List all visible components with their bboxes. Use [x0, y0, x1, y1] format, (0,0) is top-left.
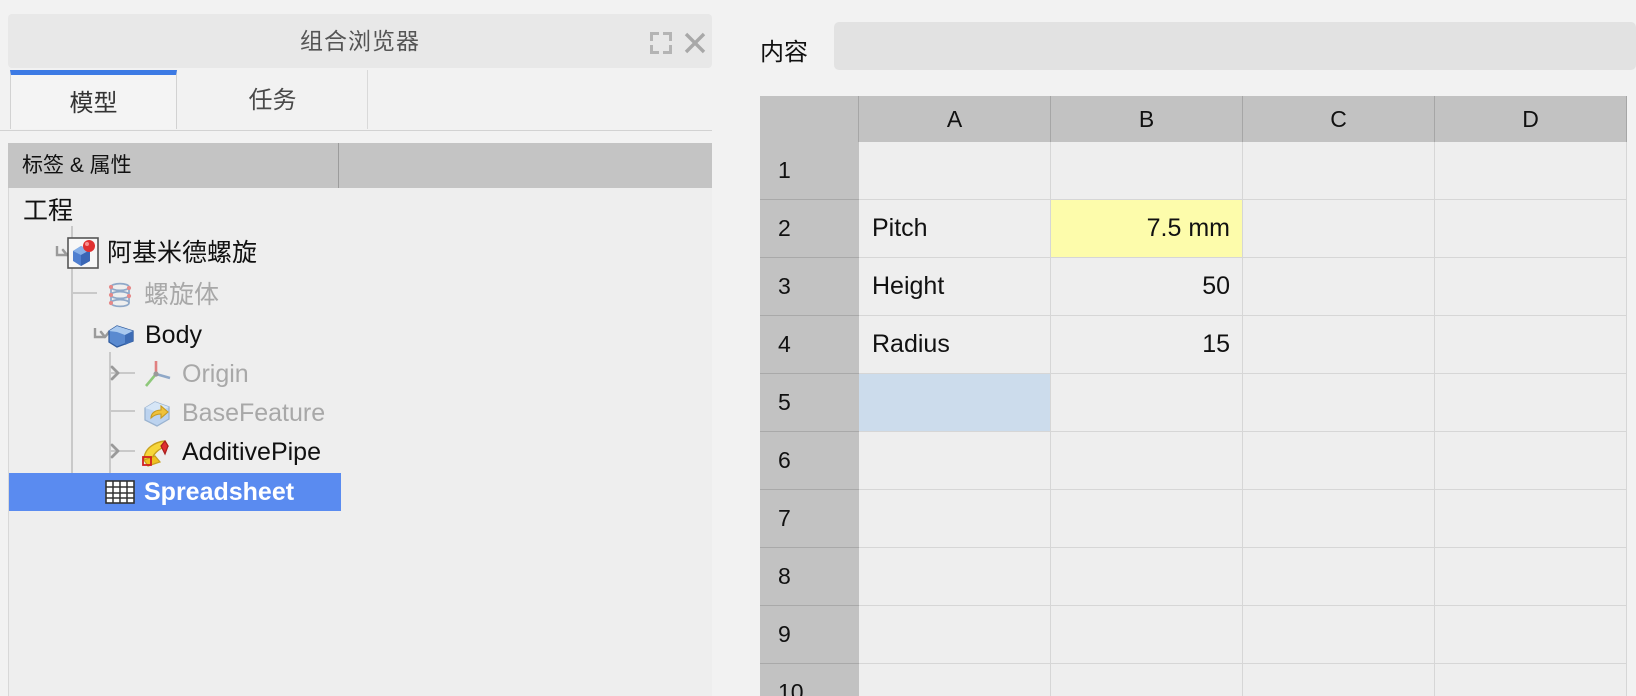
spreadsheet-grid-inner: A B C D 1 2 3 4 5 6 7 8 9 10 Pitch 7.5 mm Height 50 Radius…: [760, 96, 1636, 696]
cell-D7[interactable]: [1435, 490, 1627, 548]
spreadsheet-icon: [105, 478, 135, 506]
cell-C9[interactable]: [1243, 606, 1435, 664]
tree-item-body[interactable]: Body: [9, 316, 713, 354]
cell-B2[interactable]: 7.5 mm: [1051, 200, 1243, 258]
cell-B10[interactable]: [1051, 664, 1243, 696]
combo-view-panel: 组合浏览器 模型 任务 标签 & 属性 工程 阿基米德螺旋 螺旋体 Body O…: [0, 0, 714, 696]
tree-header-value-column[interactable]: [340, 143, 712, 188]
tree-item-label: AdditivePipe: [182, 438, 321, 466]
chevron-right-icon[interactable]: [105, 363, 127, 385]
cell-A8[interactable]: [859, 548, 1051, 606]
cell-A6[interactable]: [859, 432, 1051, 490]
cell-B6[interactable]: [1051, 432, 1243, 490]
tree-item-project[interactable]: 工程: [9, 192, 713, 230]
cell-B1[interactable]: [1051, 142, 1243, 200]
column-header-b[interactable]: B: [1051, 96, 1243, 142]
origin-axes-icon: [141, 358, 173, 390]
cell-C7[interactable]: [1243, 490, 1435, 548]
cell-B9[interactable]: [1051, 606, 1243, 664]
cell-C2[interactable]: [1243, 200, 1435, 258]
cell-C5[interactable]: [1243, 374, 1435, 432]
panel-title: 组合浏览器: [300, 28, 420, 54]
tab-model[interactable]: 模型: [10, 70, 177, 129]
cell-D8[interactable]: [1435, 548, 1627, 606]
tree-item-label: Spreadsheet: [144, 478, 295, 506]
cell-D10[interactable]: [1435, 664, 1627, 696]
tree-item-additivepipe[interactable]: AdditivePipe: [9, 433, 713, 471]
cell-D1[interactable]: [1435, 142, 1627, 200]
panel-tabs: 模型 任务: [0, 70, 712, 131]
row-header-9[interactable]: 9: [760, 606, 859, 664]
column-header-a[interactable]: A: [859, 96, 1051, 142]
cell-B3[interactable]: 50: [1051, 258, 1243, 316]
document-icon: [67, 237, 99, 269]
cell-A9[interactable]: [859, 606, 1051, 664]
helix-icon: [104, 279, 136, 311]
cell-D2[interactable]: [1435, 200, 1627, 258]
tree-item-label: 阿基米德螺旋: [107, 239, 258, 267]
column-header-d[interactable]: D: [1435, 96, 1627, 142]
cell-B8[interactable]: [1051, 548, 1243, 606]
tree-header: 标签 & 属性: [8, 143, 712, 188]
cell-D9[interactable]: [1435, 606, 1627, 664]
cell-C1[interactable]: [1243, 142, 1435, 200]
tab-task[interactable]: 任务: [178, 70, 368, 129]
cell-C10[interactable]: [1243, 664, 1435, 696]
tree-item-origin[interactable]: Origin: [9, 355, 713, 393]
cell-D3[interactable]: [1435, 258, 1627, 316]
tree-item-label: BaseFeature: [182, 399, 326, 427]
body-icon: [105, 319, 137, 351]
row-header-1[interactable]: 1: [760, 142, 859, 200]
cell-D5[interactable]: [1435, 374, 1627, 432]
cell-D4[interactable]: [1435, 316, 1627, 374]
cell-A5[interactable]: [859, 374, 1051, 432]
cell-C6[interactable]: [1243, 432, 1435, 490]
spreadsheet-view: 内容 A B C D 1 2 3 4 5 6 7 8 9 10 Pitch 7.5 mm Height 50 Rad…: [712, 0, 1636, 696]
tree-item-label: Origin: [182, 360, 249, 388]
tree-item-label: 螺旋体: [144, 281, 220, 309]
cell-C8[interactable]: [1243, 548, 1435, 606]
panel-titlebar: 组合浏览器: [8, 14, 712, 68]
model-tree: 工程 阿基米德螺旋 螺旋体 Body Origin BaseFeature Ad…: [8, 188, 714, 696]
grid-corner-header[interactable]: [760, 96, 859, 142]
row-header-6[interactable]: 6: [760, 432, 859, 490]
close-icon[interactable]: [682, 30, 708, 56]
row-header-10[interactable]: 10: [760, 664, 859, 696]
cell-B5[interactable]: [1051, 374, 1243, 432]
cell-D6[interactable]: [1435, 432, 1627, 490]
cell-C3[interactable]: [1243, 258, 1435, 316]
cell-A10[interactable]: [859, 664, 1051, 696]
tree-item-basefeature[interactable]: BaseFeature: [9, 394, 713, 432]
tree-header-label-column[interactable]: 标签 & 属性: [8, 143, 339, 188]
chevron-right-icon[interactable]: [105, 441, 127, 463]
row-header-4[interactable]: 4: [760, 316, 859, 374]
tree-item-document[interactable]: 阿基米德螺旋: [9, 234, 713, 272]
spreadsheet-grid[interactable]: A B C D 1 2 3 4 5 6 7 8 9 10 Pitch 7.5 mm Height 50 Radius…: [760, 96, 1636, 696]
cell-A7[interactable]: [859, 490, 1051, 548]
cell-A1[interactable]: [859, 142, 1051, 200]
row-header-5[interactable]: 5: [760, 374, 859, 432]
row-header-3[interactable]: 3: [760, 258, 859, 316]
column-header-c[interactable]: C: [1243, 96, 1435, 142]
tree-item-label: 工程: [23, 197, 74, 225]
tree-item-label: Body: [145, 321, 202, 349]
row-header-2[interactable]: 2: [760, 200, 859, 258]
base-feature-icon: [141, 397, 173, 429]
cell-C4[interactable]: [1243, 316, 1435, 374]
expand-corners-icon[interactable]: [648, 30, 674, 56]
cell-B4[interactable]: 15: [1051, 316, 1243, 374]
tree-item-spreadsheet[interactable]: Spreadsheet: [9, 473, 713, 511]
row-header-8[interactable]: 8: [760, 548, 859, 606]
cell-A2[interactable]: Pitch: [859, 200, 1051, 258]
cell-A4[interactable]: Radius: [859, 316, 1051, 374]
cell-B7[interactable]: [1051, 490, 1243, 548]
content-field-label: 内容: [760, 39, 808, 66]
tree-item-helix[interactable]: 螺旋体: [9, 276, 713, 314]
content-input[interactable]: [834, 22, 1636, 70]
cell-A3[interactable]: Height: [859, 258, 1051, 316]
app-window: 组合浏览器 模型 任务 标签 & 属性 工程 阿基米德螺旋 螺旋体 Body O…: [0, 0, 1636, 696]
additive-pipe-icon: [139, 435, 173, 469]
row-header-7[interactable]: 7: [760, 490, 859, 548]
